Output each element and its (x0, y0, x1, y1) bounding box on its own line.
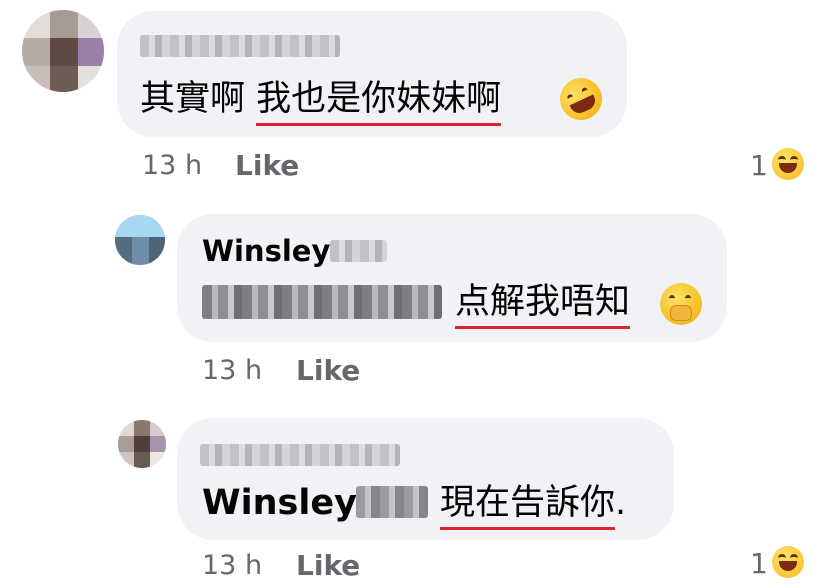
reply-timestamp[interactable]: 13 h (202, 357, 262, 384)
reply-author-avatar[interactable] (115, 215, 165, 265)
like-button[interactable]: Like (296, 357, 360, 385)
redacted-author-name[interactable] (200, 444, 400, 466)
redacted-author-surname[interactable] (330, 240, 387, 262)
mention-name[interactable]: Winsley (202, 483, 357, 523)
redacted-mention[interactable] (202, 285, 442, 319)
like-button[interactable]: Like (296, 552, 360, 580)
haha-reaction-icon[interactable] (772, 148, 804, 180)
redacted-mention-surname[interactable] (356, 486, 428, 518)
reply-author-name[interactable]: Winsley (202, 237, 330, 266)
comment-text: 其實啊 我也是你妹妹啊 (140, 79, 502, 126)
reply-text-underlined: 現在告訴你 (440, 483, 616, 530)
reply-text-continued: 現在告訴你. (440, 483, 627, 530)
reply-text: Winsley (202, 486, 357, 521)
reply-author-avatar[interactable] (118, 420, 166, 468)
reply-text: 点解我唔知 (455, 282, 631, 329)
reply-timestamp[interactable]: 13 h (202, 552, 262, 579)
like-button[interactable]: Like (235, 152, 299, 180)
comment-text-underlined: 我也是你妹妹啊 (256, 79, 502, 126)
reply-text-trail: . (615, 483, 627, 523)
haha-reaction-icon[interactable] (772, 546, 804, 578)
commenter-avatar[interactable] (22, 10, 104, 92)
redacted-author-name[interactable] (140, 35, 340, 57)
comment-timestamp[interactable]: 13 h (142, 152, 202, 179)
reaction-count[interactable]: 1 (750, 152, 768, 180)
reaction-count[interactable]: 1 (750, 550, 768, 578)
reply-text-underlined: 点解我唔知 (455, 282, 631, 329)
comment-text-plain: 其實啊 (140, 79, 257, 119)
face-with-hand-over-mouth-icon (660, 283, 702, 325)
